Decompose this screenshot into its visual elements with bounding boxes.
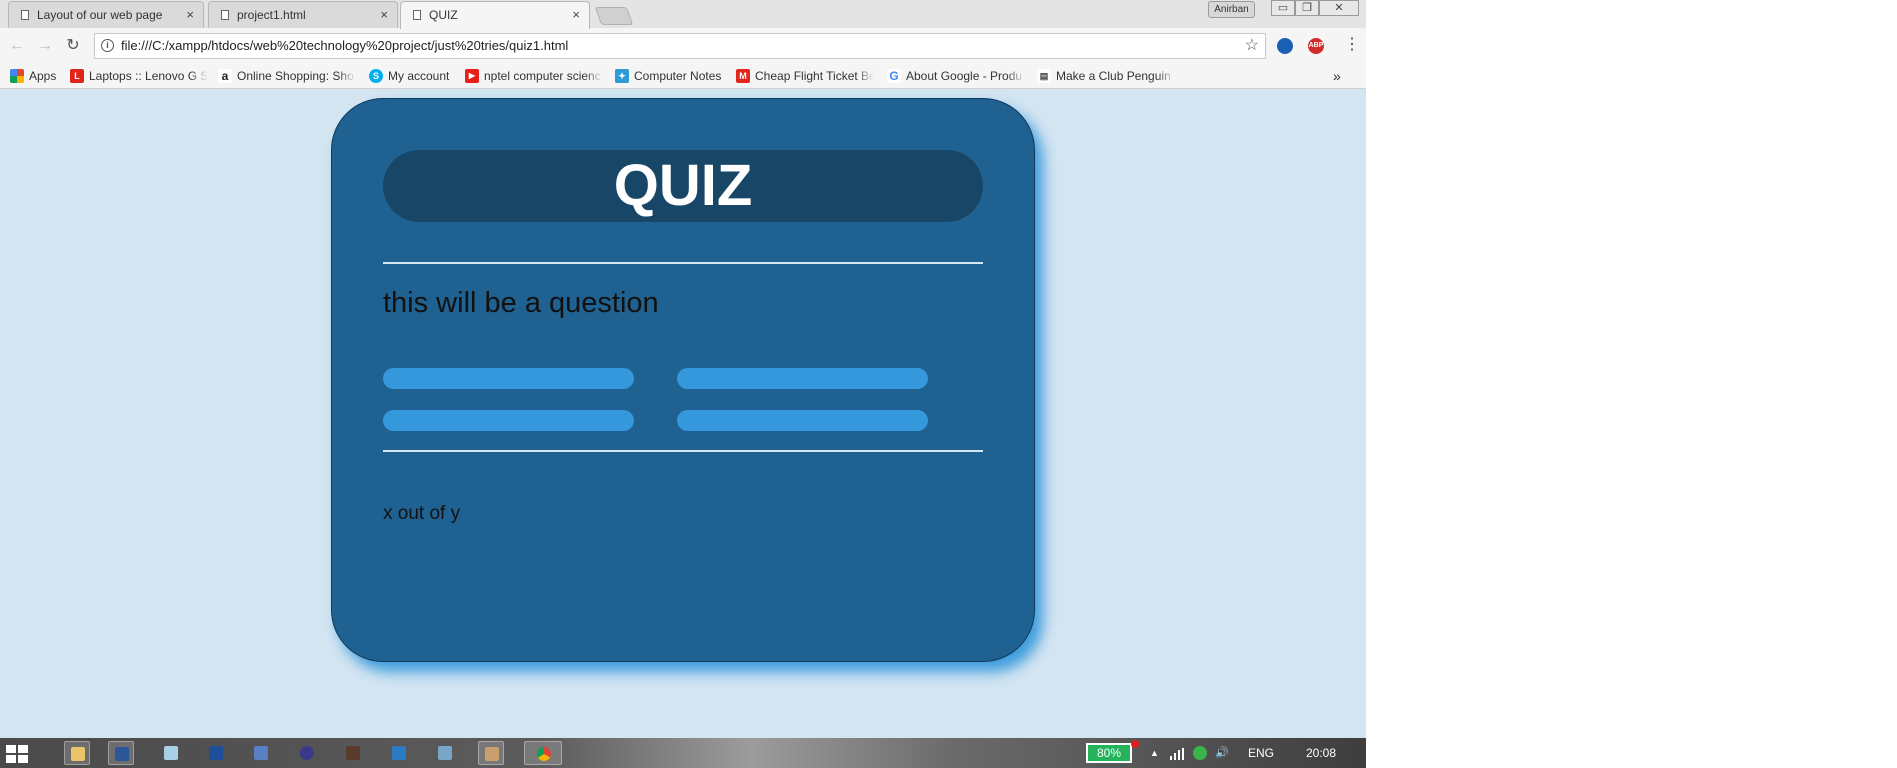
media-icon[interactable] — [340, 741, 366, 765]
google-icon: G — [887, 68, 901, 83]
skype-icon: S — [369, 68, 383, 83]
bookmark-label: nptel computer scienc — [484, 69, 601, 83]
bookmark-label: Computer Notes — [634, 69, 722, 83]
language-indicator[interactable]: ENG — [1248, 738, 1274, 768]
bookmark-cheap-flight[interactable]: M Cheap Flight Ticket Bo — [736, 64, 874, 88]
bookmark-my-account[interactable]: S My account — [369, 64, 461, 88]
info-icon[interactable]: i — [101, 39, 114, 52]
tab-layout[interactable]: Layout of our web page × — [8, 1, 204, 28]
tab-quiz[interactable]: QUIZ × — [400, 1, 590, 29]
bookmark-label: My account — [388, 69, 450, 83]
network-signal-icon[interactable] — [1170, 747, 1184, 760]
tab-project1[interactable]: project1.html × — [208, 1, 398, 28]
clock[interactable]: 20:08 — [1306, 738, 1336, 768]
bookmark-label: Make a Club Penguin — [1056, 69, 1171, 83]
browser-extension-icon[interactable] — [1277, 38, 1293, 54]
browser-toolbar: ← → ↻ i file:///C:/xampp/htdocs/web%20te… — [0, 28, 1366, 64]
answer-option-2[interactable] — [677, 368, 928, 389]
bookmark-label: About Google - Produ — [906, 69, 1023, 83]
screen: Layout of our web page × project1.html ×… — [0, 0, 1366, 768]
quiz-card: QUIZ this will be a question x out of y — [331, 98, 1035, 662]
document-icon — [221, 10, 229, 20]
reload-button[interactable]: ↻ — [64, 37, 82, 55]
bookmark-club-penguin[interactable]: ▤ Make a Club Penguin — [1037, 64, 1175, 88]
bookmark-star-icon[interactable]: ☆ — [1245, 34, 1259, 58]
word-icon[interactable] — [108, 741, 134, 765]
close-window-button[interactable]: ✕ — [1319, 0, 1359, 16]
document-icon — [21, 10, 29, 20]
minimize-button[interactable]: ▭ — [1271, 0, 1295, 16]
score-text: x out of y — [383, 503, 461, 524]
bookmarks-overflow-button[interactable]: » — [1333, 64, 1347, 88]
battery-indicator[interactable]: 80% — [1086, 743, 1132, 763]
windows-taskbar: 80% ▲ 🔊 ENG 20:08 — [0, 738, 1366, 768]
youtube-icon: ▶ — [465, 68, 479, 83]
address-bar[interactable]: i file:///C:/xampp/htdocs/web%20technolo… — [94, 33, 1266, 59]
answer-option-3[interactable] — [383, 410, 634, 431]
bookmark-about-google[interactable]: G About Google - Produ — [887, 64, 1025, 88]
file-explorer-icon[interactable] — [64, 741, 90, 765]
flight-site-icon: M — [736, 68, 750, 83]
bookmarks-bar: Apps L Laptops :: Lenovo G S a Online Shop… — [0, 64, 1366, 89]
bookmark-label: Online Shopping: Sho — [237, 69, 354, 83]
profile-button[interactable]: Anirban — [1208, 1, 1255, 18]
chrome-menu-icon[interactable]: ⋮ — [1344, 36, 1360, 54]
tab-label: Layout of our web page — [37, 8, 163, 22]
lenovo-icon: L — [70, 68, 84, 83]
club-penguin-icon: ▤ — [1037, 68, 1051, 83]
app-icon[interactable] — [203, 741, 229, 765]
amazon-icon: a — [218, 68, 232, 83]
computer-notes-icon: ✦ — [615, 68, 629, 83]
tab-label: project1.html — [237, 8, 306, 22]
glasses-icon[interactable] — [294, 741, 320, 765]
forward-button[interactable]: → — [36, 37, 54, 55]
tab-close-icon[interactable]: × — [380, 2, 388, 28]
battery-alert-icon — [1131, 740, 1139, 748]
restore-button[interactable]: ❐ — [1295, 0, 1319, 16]
tab-close-icon[interactable]: × — [186, 2, 194, 28]
url-text[interactable]: file:///C:/xampp/htdocs/web%20technology… — [121, 34, 568, 58]
volume-icon[interactable]: 🔊 — [1215, 738, 1229, 768]
start-button[interactable] — [4, 744, 30, 764]
answer-option-1[interactable] — [383, 368, 634, 389]
windows-logo-icon — [6, 745, 28, 763]
page-title: QUIZ — [613, 153, 753, 218]
brackets-icon[interactable] — [386, 741, 412, 765]
bookmark-lenovo[interactable]: L Laptops :: Lenovo G S — [70, 64, 208, 88]
adblock-plus-icon[interactable]: ABP — [1308, 38, 1324, 54]
top-divider — [383, 262, 983, 264]
photos-icon[interactable] — [478, 741, 504, 765]
tab-label: QUIZ — [429, 8, 458, 22]
new-tab-button[interactable] — [594, 7, 634, 25]
apps-grid-icon — [10, 68, 24, 83]
question-text: this will be a question — [383, 287, 659, 319]
bottom-divider — [383, 450, 983, 452]
page-viewport: QUIZ this will be a question x out of y — [0, 89, 1366, 738]
bookmark-label: Apps — [29, 69, 57, 83]
tray-overflow-icon[interactable]: ▲ — [1150, 738, 1159, 768]
security-status-icon[interactable] — [1193, 746, 1207, 760]
back-button[interactable]: ← — [8, 37, 26, 55]
bookmark-apps[interactable]: Apps — [10, 64, 62, 88]
bookmark-nptel[interactable]: ▶ nptel computer scienc — [465, 64, 603, 88]
bookmark-computer-notes[interactable]: ✦ Computer Notes — [615, 64, 735, 88]
network-app-icon[interactable] — [432, 741, 458, 765]
tab-strip: Layout of our web page × project1.html ×… — [0, 0, 1366, 29]
answer-option-4[interactable] — [677, 410, 928, 431]
presentation-icon[interactable] — [248, 741, 274, 765]
bookmark-amazon[interactable]: a Online Shopping: Sho — [218, 64, 356, 88]
quiz-header: QUIZ — [383, 150, 983, 222]
notepad-icon[interactable] — [158, 741, 184, 765]
tab-close-icon[interactable]: × — [572, 2, 580, 28]
document-icon — [413, 10, 421, 20]
chrome-taskbar-icon[interactable] — [524, 741, 562, 765]
